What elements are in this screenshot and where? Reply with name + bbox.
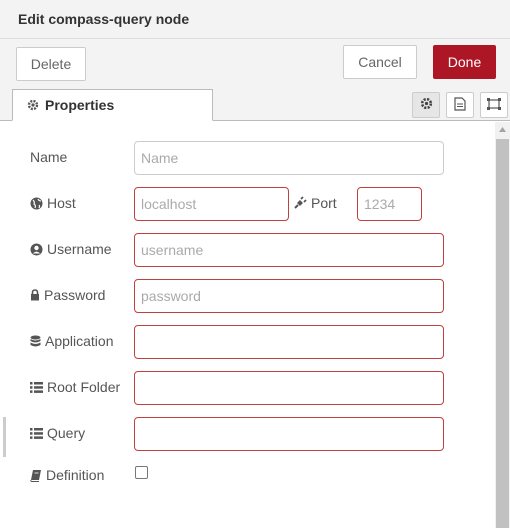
port-label: Port bbox=[293, 194, 337, 212]
dialog-toolbar: Delete Cancel Done bbox=[0, 39, 510, 89]
dialog-header: Edit compass-query node bbox=[0, 0, 510, 39]
resize-handle[interactable] bbox=[3, 417, 6, 457]
gear-icon bbox=[27, 99, 39, 111]
vertical-scrollbar[interactable] bbox=[495, 122, 510, 528]
username-label: Username bbox=[30, 240, 112, 258]
password-placeholder: password bbox=[141, 288, 201, 304]
root-folder-input[interactable] bbox=[134, 371, 444, 405]
database-icon bbox=[30, 335, 41, 348]
query-input[interactable] bbox=[134, 417, 444, 451]
book-icon bbox=[30, 469, 42, 482]
globe-icon bbox=[30, 197, 43, 210]
name-placeholder: Name bbox=[141, 150, 179, 166]
list-icon bbox=[30, 381, 43, 393]
description-tab-button[interactable] bbox=[446, 92, 474, 118]
definition-label: Definition bbox=[30, 466, 104, 484]
user-circle-icon bbox=[30, 243, 43, 256]
delete-button[interactable]: Delete bbox=[16, 47, 86, 81]
frame-icon bbox=[486, 97, 502, 114]
definition-checkbox[interactable] bbox=[135, 466, 148, 479]
cancel-button[interactable]: Cancel bbox=[343, 45, 417, 79]
name-input[interactable]: Name bbox=[134, 141, 444, 175]
done-button[interactable]: Done bbox=[433, 45, 496, 79]
username-input[interactable]: username bbox=[134, 233, 444, 267]
dialog-title: Edit compass-query node bbox=[18, 11, 190, 27]
port-placeholder: 1234 bbox=[364, 196, 396, 212]
password-input[interactable]: password bbox=[134, 279, 444, 313]
document-icon bbox=[454, 96, 466, 114]
appearance-tab-button[interactable] bbox=[480, 92, 508, 118]
tab-properties[interactable]: Properties bbox=[12, 89, 213, 121]
password-label: Password bbox=[30, 286, 105, 304]
lock-icon bbox=[30, 289, 40, 301]
name-label: Name bbox=[30, 149, 68, 165]
query-label: Query bbox=[30, 424, 85, 442]
node-properties-tab-button[interactable] bbox=[412, 92, 440, 118]
application-label: Application bbox=[30, 332, 114, 350]
tab-label: Properties bbox=[45, 97, 115, 113]
port-input[interactable]: 1234 bbox=[357, 187, 422, 221]
list-icon bbox=[30, 427, 43, 439]
tab-bar: Properties bbox=[0, 89, 510, 121]
host-input[interactable]: localhost bbox=[134, 187, 289, 221]
gear-icon bbox=[420, 97, 433, 113]
scrollbar-thumb[interactable] bbox=[496, 139, 509, 528]
scroll-up-arrow-icon[interactable] bbox=[495, 122, 510, 137]
root-folder-label: Root Folder bbox=[30, 378, 120, 396]
host-placeholder: localhost bbox=[141, 196, 197, 212]
username-placeholder: username bbox=[141, 242, 204, 258]
plug-icon bbox=[293, 196, 307, 210]
host-label: Host bbox=[30, 194, 76, 212]
application-input[interactable] bbox=[134, 325, 444, 359]
